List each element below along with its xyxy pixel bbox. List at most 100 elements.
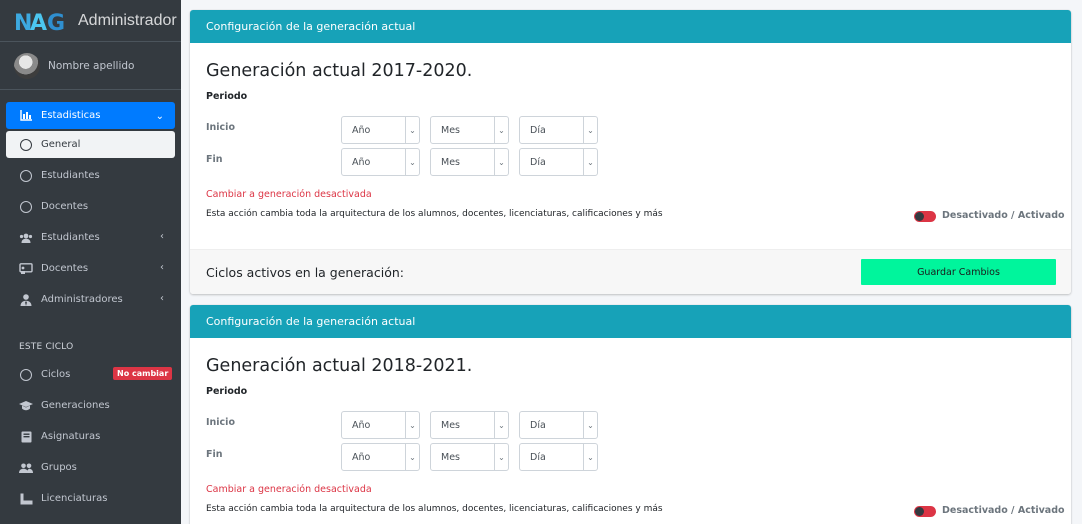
- brand-title: Administrador: [78, 11, 177, 29]
- footer-text: Ciclos activos en la generación:: [206, 265, 404, 280]
- chalkboard-icon: [19, 262, 33, 276]
- chevron-down-icon: ⌄: [405, 149, 419, 175]
- inicio-day-select[interactable]: Día ⌄: [519, 411, 598, 439]
- user-panel[interactable]: Nombre apellido: [0, 42, 181, 90]
- sidebar-item-label: Estadisticas: [41, 110, 101, 121]
- sidebar-item-label: Ciclos: [41, 369, 71, 380]
- fin-day-select[interactable]: Día ⌄: [519, 443, 598, 471]
- sidebar-item-label: Estudiantes: [41, 170, 100, 181]
- fin-day-select[interactable]: Día ⌄: [519, 148, 598, 176]
- sidebar-item-label: Licenciaturas: [41, 493, 108, 504]
- sidebar-item-docentes[interactable]: Docentes ‹: [0, 253, 181, 284]
- periodo-label: Periodo: [206, 386, 248, 397]
- chart-icon: [19, 109, 33, 123]
- fin-label: Fin: [206, 449, 223, 460]
- inicio-year-select[interactable]: Año ⌄: [341, 116, 420, 144]
- chevron-down-icon: ⌄: [405, 444, 419, 470]
- circle-icon: [19, 200, 33, 214]
- svg-text:N: N: [14, 11, 31, 34]
- sidebar-item-label: Generaciones: [41, 400, 110, 411]
- users-icon: [19, 461, 33, 475]
- inicio-month-select[interactable]: Mes ⌄: [430, 411, 509, 439]
- avatar[interactable]: [14, 52, 40, 79]
- sidebar-item-licenciaturas[interactable]: Licenciaturas: [0, 483, 181, 514]
- chevron-down-icon: ⌄: [583, 412, 597, 438]
- inicio-day-select[interactable]: Día ⌄: [519, 116, 598, 144]
- fin-month-select[interactable]: Mes ⌄: [430, 443, 509, 471]
- card-footer: Ciclos activos en la generación: Guardar…: [190, 249, 1071, 294]
- graduation-cap-icon: [19, 399, 33, 413]
- chevron-left-icon: ‹: [160, 293, 164, 304]
- toggle-label: Desactivado / Activado: [942, 210, 1065, 221]
- activation-toggle[interactable]: [914, 506, 936, 517]
- chevron-down-icon: ⌄: [405, 117, 419, 143]
- generation-card-2: Configuración de la generación actual Ge…: [190, 305, 1071, 524]
- save-button[interactable]: Guardar Cambios: [861, 259, 1056, 285]
- chevron-left-icon: ‹: [160, 231, 164, 242]
- fin-month-select[interactable]: Mes ⌄: [430, 148, 509, 176]
- inicio-year-select[interactable]: Año ⌄: [341, 411, 420, 439]
- chevron-down-icon: ⌄: [155, 111, 164, 122]
- fin-year-select[interactable]: Año ⌄: [341, 148, 420, 176]
- sidebar-section-header: ESTE CICLO: [19, 342, 74, 352]
- sidebar: N A G Administrador Nombre apellido Esta…: [0, 0, 181, 524]
- status-badge: No cambiar: [113, 367, 173, 380]
- generation-title: Generación actual 2017-2020.: [206, 61, 473, 81]
- sidebar-item-label: General: [41, 139, 81, 150]
- generation-card-1: Configuración de la generación actual Ge…: [190, 10, 1071, 294]
- periodo-label: Periodo: [206, 91, 248, 102]
- circle-icon: [19, 138, 33, 152]
- card-header: Configuración de la generación actual: [190, 305, 1071, 338]
- brand[interactable]: N A G Administrador: [0, 0, 181, 42]
- fin-year-select[interactable]: Año ⌄: [341, 443, 420, 471]
- sidebar-item-label: Docentes: [41, 263, 89, 274]
- user-name[interactable]: Nombre apellido: [48, 60, 134, 72]
- sidebar-item-asignaturas[interactable]: Asignaturas: [0, 421, 181, 452]
- users-icon: [19, 231, 33, 245]
- chevron-down-icon: ⌄: [583, 117, 597, 143]
- user-tie-icon: [19, 293, 33, 307]
- inicio-label: Inicio: [206, 417, 235, 428]
- warning-text: Cambiar a generación desactivada: [206, 189, 372, 200]
- inicio-month-select[interactable]: Mes ⌄: [430, 116, 509, 144]
- chevron-left-icon: ‹: [160, 262, 164, 273]
- sidebar-item-generaciones[interactable]: Generaciones: [0, 390, 181, 421]
- brand-logo: N A G: [14, 11, 65, 34]
- chevron-down-icon: ⌄: [583, 149, 597, 175]
- generation-title: Generación actual 2018-2021.: [206, 356, 473, 376]
- sidebar-item-general[interactable]: General: [6, 131, 175, 158]
- sidebar-item-label: Asignaturas: [41, 431, 101, 442]
- sidebar-item-label: Docentes: [41, 201, 89, 212]
- sidebar-item-ciclos[interactable]: Ciclos No cambiar: [0, 359, 181, 390]
- sidebar-item-label: Estudiantes: [41, 232, 100, 243]
- svg-text:G: G: [47, 11, 64, 34]
- description-text: Esta acción cambia toda la arquitectura …: [206, 504, 663, 514]
- chevron-down-icon: ⌄: [494, 117, 508, 143]
- toggle-label: Desactivado / Activado: [942, 505, 1065, 516]
- sidebar-item-estudiantes[interactable]: Estudiantes ‹: [0, 222, 181, 253]
- card-header: Configuración de la generación actual: [190, 10, 1071, 43]
- circle-icon: [19, 368, 33, 382]
- svg-text:A: A: [30, 11, 47, 34]
- sidebar-item-label: Grupos: [41, 462, 77, 473]
- chevron-down-icon: ⌄: [405, 412, 419, 438]
- chevron-down-icon: ⌄: [494, 149, 508, 175]
- activation-toggle[interactable]: [914, 211, 936, 222]
- sidebar-item-administradores[interactable]: Administradores ‹: [0, 284, 181, 315]
- sidebar-item-estadisticas[interactable]: Estadisticas ⌄: [6, 102, 175, 129]
- sidebar-item-label: Administradores: [41, 294, 123, 305]
- certificate-icon: [19, 492, 33, 506]
- sidebar-item-grupos[interactable]: Grupos: [0, 452, 181, 483]
- description-text: Esta acción cambia toda la arquitectura …: [206, 209, 663, 219]
- book-icon: [19, 430, 33, 444]
- chevron-down-icon: ⌄: [583, 444, 597, 470]
- sidebar-nav: Estadisticas ⌄ General Estudiantes Docen…: [0, 90, 181, 514]
- card-body: Generación actual 2018-2021. Periodo Ini…: [190, 338, 1071, 524]
- circle-icon: [19, 169, 33, 183]
- sidebar-item-estudiantes-stats[interactable]: Estudiantes: [0, 160, 181, 191]
- chevron-down-icon: ⌄: [494, 444, 508, 470]
- fin-label: Fin: [206, 154, 223, 165]
- warning-text: Cambiar a generación desactivada: [206, 484, 372, 495]
- inicio-label: Inicio: [206, 122, 235, 133]
- sidebar-item-docentes-stats[interactable]: Docentes: [0, 191, 181, 222]
